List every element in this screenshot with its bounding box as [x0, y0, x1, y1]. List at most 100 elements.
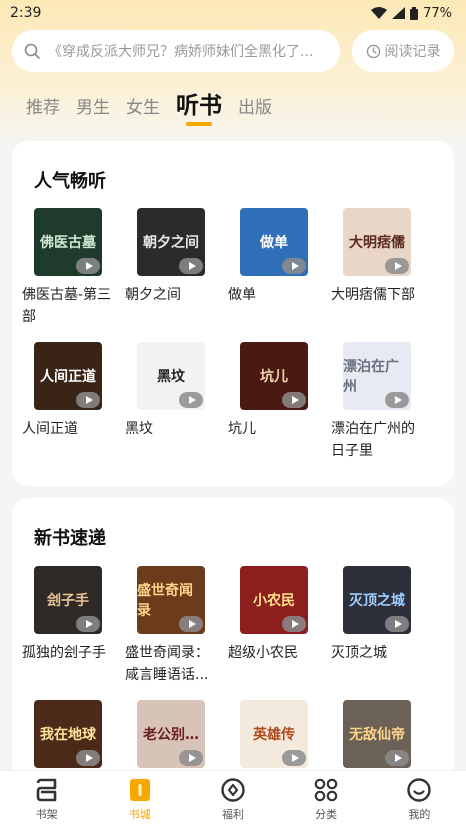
profile-icon: [407, 778, 432, 802]
search-row: 《穿成反派大师兄？病娇师妹们全黑化了... 阅读记录: [12, 30, 454, 72]
play-icon[interactable]: [76, 750, 100, 766]
status-time: 2:39: [10, 5, 42, 21]
welfare-icon: [221, 778, 245, 802]
book-item[interactable]: 英雄传: [228, 700, 324, 776]
book-cover[interactable]: 老公别…: [137, 700, 205, 768]
book-item[interactable]: 刽子手孤独的刽子手: [22, 566, 118, 664]
nav-bookshelf[interactable]: 书架: [12, 777, 82, 822]
bottom-navigation: 书架 书城 福利 分类 我的: [0, 770, 466, 828]
reading-history-button[interactable]: 阅读记录: [352, 30, 454, 72]
book-title: 盛世奇闻录：咸言睡语话...: [125, 645, 209, 683]
book-cover[interactable]: 盛世奇闻录: [137, 566, 205, 634]
book-cover[interactable]: 刽子手: [34, 566, 102, 634]
clock-icon: [366, 44, 380, 58]
tab-audiobook[interactable]: 听书: [176, 86, 222, 126]
category-tabs: 推荐 男生 女生 听书 出版: [26, 86, 272, 126]
book-cover[interactable]: 做单: [240, 208, 308, 276]
section-title: 人气畅听: [34, 171, 106, 192]
play-icon[interactable]: [282, 392, 306, 408]
bookshelf-icon: [36, 778, 56, 802]
book-item[interactable]: 小农民超级小农民: [228, 566, 324, 664]
book-cover[interactable]: 英雄传: [240, 700, 308, 768]
battery-icon: [410, 6, 419, 20]
tab-male[interactable]: 男生: [76, 93, 110, 126]
signal-icon: [392, 7, 406, 19]
book-item[interactable]: 佛医古墓佛医古墓-第三部: [22, 208, 118, 328]
book-cover[interactable]: 大明痞儒: [343, 208, 411, 276]
book-title: 灭顶之城: [331, 645, 387, 661]
nav-label: 书城: [128, 808, 151, 821]
section-new-books: 新书速递 刽子手 孤独的刽子手 盛世奇闻录 盛世奇闻录：咸言睡语话... 小农民 超级小农…: [12, 498, 454, 788]
search-input[interactable]: 《穿成反派大师兄？病娇师妹们全黑化了...: [12, 30, 340, 72]
book-cover[interactable]: 黑坟: [137, 342, 205, 410]
book-title: 坑儿: [228, 421, 256, 437]
book-item[interactable]: 灭顶之城 灭顶之城: [331, 566, 427, 664]
book-cover[interactable]: 我在地球: [34, 700, 102, 768]
nav-label: 分类: [315, 808, 338, 821]
book-cover[interactable]: 人间正道: [34, 342, 102, 410]
play-icon[interactable]: [385, 258, 409, 274]
book-item[interactable]: 黑坟 黑坟: [125, 342, 221, 440]
play-icon[interactable]: [282, 616, 306, 632]
book-title: 黑坟: [125, 421, 153, 437]
book-item[interactable]: 大明痞儒大明痞儒下部: [331, 208, 427, 306]
book-cover[interactable]: 佛医古墓: [34, 208, 102, 276]
tab-recommend[interactable]: 推荐: [26, 93, 60, 126]
book-item[interactable]: 人间正道 人间正道: [22, 342, 118, 440]
book-cover[interactable]: 小农民: [240, 566, 308, 634]
book-item[interactable]: 朝夕之间 朝夕之间: [125, 208, 221, 306]
play-icon[interactable]: [385, 616, 409, 632]
play-icon[interactable]: [282, 258, 306, 274]
nav-label: 福利: [221, 808, 244, 821]
book-title: 朝夕之间: [125, 287, 181, 303]
play-icon[interactable]: [179, 258, 203, 274]
status-bar: 2:39 77%: [0, 0, 466, 26]
book-title: 超级小农民: [228, 645, 298, 661]
book-title: 漂泊在广州的日子里: [331, 421, 415, 459]
category-icon: [314, 778, 338, 802]
play-icon[interactable]: [179, 392, 203, 408]
section-title: 新书速递: [34, 528, 106, 549]
play-icon[interactable]: [76, 258, 100, 274]
reading-history-label: 阅读记录: [384, 44, 441, 60]
book-item[interactable]: 漂泊在广州漂泊在广州的日子里: [331, 342, 427, 462]
search-placeholder: 《穿成反派大师兄？病娇师妹们全黑化了...: [48, 44, 314, 60]
nav-bookstore[interactable]: 书城: [105, 777, 175, 822]
nav-label: 我的: [408, 808, 431, 821]
play-icon[interactable]: [282, 750, 306, 766]
book-cover[interactable]: 灭顶之城: [343, 566, 411, 634]
book-title: 人间正道: [22, 421, 78, 437]
book-title: 做单: [228, 287, 256, 303]
tab-publishing[interactable]: 出版: [238, 93, 272, 126]
search-icon: [24, 43, 40, 59]
battery-percent: 77%: [423, 5, 452, 21]
book-title: 佛医古墓-第三部: [22, 287, 112, 325]
book-title: 孤独的刽子手: [22, 645, 106, 661]
play-icon[interactable]: [76, 616, 100, 632]
book-item[interactable]: 盛世奇闻录盛世奇闻录：咸言睡语话...: [125, 566, 221, 686]
play-icon[interactable]: [179, 750, 203, 766]
tab-female[interactable]: 女生: [126, 93, 160, 126]
nav-label: 书架: [35, 808, 58, 821]
play-icon[interactable]: [385, 392, 409, 408]
nav-profile[interactable]: 我的: [384, 777, 454, 822]
book-item[interactable]: 我在地球: [22, 700, 118, 776]
book-title: 大明痞儒下部: [331, 287, 415, 303]
book-item[interactable]: 无敌仙帝: [331, 700, 427, 776]
nav-category[interactable]: 分类: [291, 777, 361, 822]
play-icon[interactable]: [76, 392, 100, 408]
book-cover[interactable]: 漂泊在广州: [343, 342, 411, 410]
book-cover[interactable]: 无敌仙帝: [343, 700, 411, 768]
book-item[interactable]: 坑儿 坑儿: [228, 342, 324, 440]
bookstore-icon: [129, 779, 150, 801]
play-icon[interactable]: [179, 616, 203, 632]
book-item[interactable]: 做单 做单: [228, 208, 324, 306]
status-indicators: 77%: [371, 6, 452, 21]
book-item[interactable]: 老公别…: [125, 700, 221, 776]
book-cover[interactable]: 朝夕之间: [137, 208, 205, 276]
play-icon[interactable]: [385, 750, 409, 766]
book-cover[interactable]: 坑儿: [240, 342, 308, 410]
section-popular-listening: 人气畅听 佛医古墓 佛医古墓-第三部 朝夕之间 朝夕之间 做单 做单 大明痞儒 大明痞儒下部人…: [12, 141, 454, 486]
nav-welfare[interactable]: 福利: [198, 777, 268, 822]
wifi-icon: [371, 7, 388, 19]
